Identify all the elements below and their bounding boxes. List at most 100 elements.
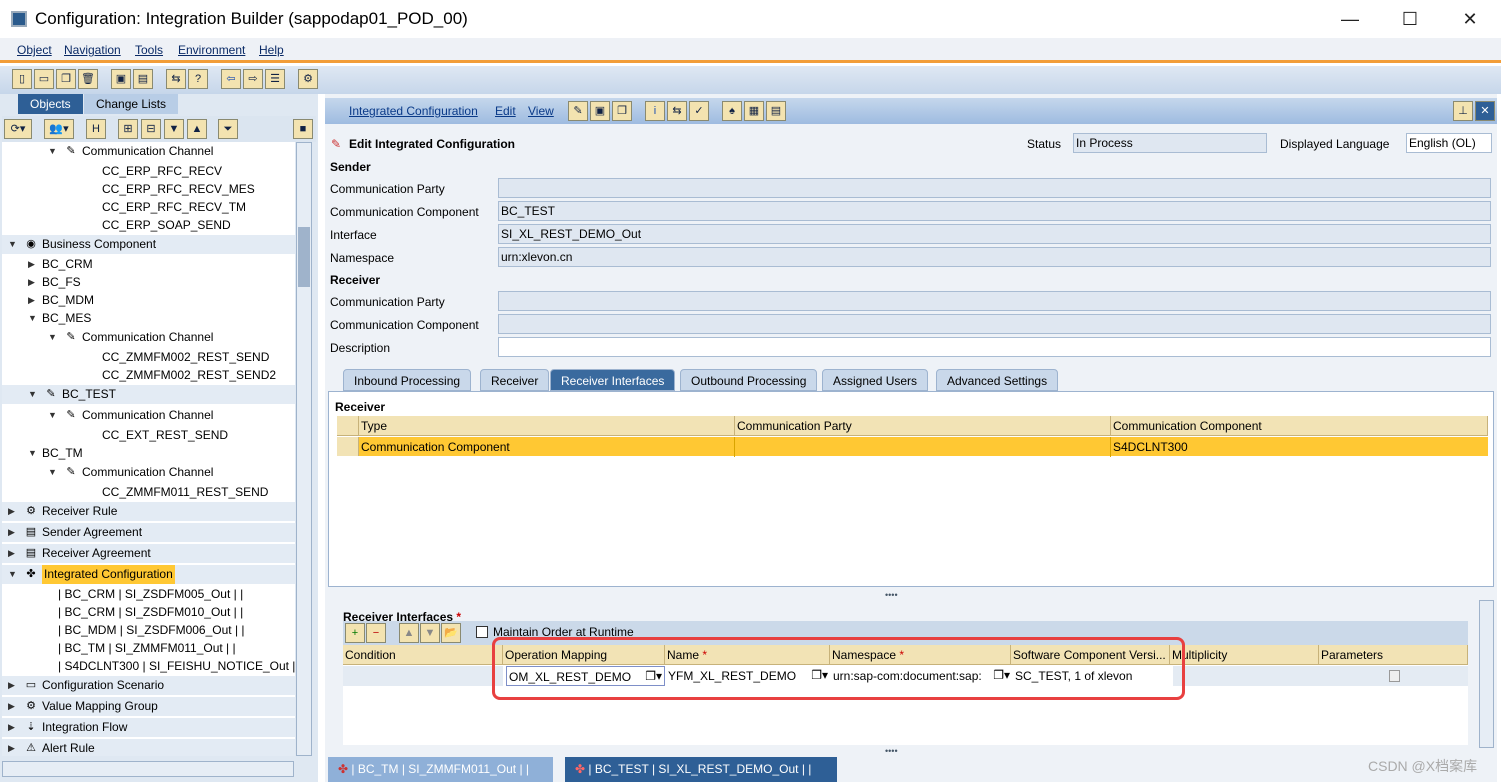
menu-navigation[interactable]: Navigation	[64, 43, 121, 57]
sender-component-field[interactable]: BC_TEST	[498, 201, 1491, 221]
receiver-component-field[interactable]	[498, 314, 1491, 334]
tree-horizontal-scrollbar[interactable]	[2, 761, 294, 777]
collapse-icon[interactable]: ▼	[48, 463, 57, 482]
collapse-icon[interactable]: ▼	[48, 142, 57, 161]
expand-icon[interactable]: ▶	[28, 273, 35, 292]
collapse-icon[interactable]: ▼	[8, 565, 17, 584]
menu-integrated-configuration[interactable]: Integrated Configuration	[349, 104, 478, 118]
tree-item[interactable]: ▼ ✤ Integrated Configuration	[2, 565, 295, 584]
tree-item[interactable]: ▶ ⚠ Alert Rule	[2, 739, 295, 756]
tree-item[interactable]: CC_ZMMFM011_REST_SEND	[2, 483, 295, 502]
menu-view[interactable]: View	[528, 104, 554, 118]
copy-icon[interactable]: ❐	[612, 101, 632, 121]
tab-objects[interactable]: Objects	[18, 94, 83, 114]
where-used-icon[interactable]: ?	[188, 69, 208, 89]
tree-item[interactable]: ▶ ▭ Configuration Scenario	[2, 676, 295, 695]
description-field[interactable]	[498, 337, 1491, 357]
move-down-icon[interactable]: ▼	[420, 623, 440, 643]
layout-icon[interactable]: ☰	[265, 69, 285, 89]
menu-environment[interactable]: Environment	[178, 43, 245, 57]
tree-item[interactable]: ▶ BC_CRM	[2, 255, 295, 274]
expand-icon[interactable]: ▶	[8, 739, 15, 756]
collapse-tree-icon[interactable]: ⊟	[141, 119, 161, 139]
expand-icon[interactable]: ▶	[8, 676, 15, 695]
menu-help[interactable]: Help	[259, 43, 284, 57]
menu-edit[interactable]: Edit	[495, 104, 516, 118]
copy-icon[interactable]: ❐	[56, 69, 76, 89]
tab-assigned-users[interactable]: Assigned Users	[822, 369, 929, 391]
collapse-icon[interactable]: ▼	[48, 406, 57, 425]
forward-icon[interactable]: ⇨	[243, 69, 263, 89]
collapse-icon[interactable]: ▼	[28, 444, 37, 463]
tree-item[interactable]: CC_ERP_RFC_RECV	[2, 162, 295, 181]
tree-item[interactable]: ▶ ⚙ Receiver Rule	[2, 502, 295, 521]
tab-inbound-processing[interactable]: Inbound Processing	[343, 369, 472, 391]
expand-icon[interactable]: ▶	[8, 718, 15, 737]
bottom-tab-bc-test[interactable]: ✤ | BC_TEST | SI_XL_REST_DEMO_Out | |	[565, 757, 837, 782]
delete-icon[interactable]: 🗑	[78, 69, 98, 89]
tree-item[interactable]: ▶ ⇣ Integration Flow	[2, 718, 295, 737]
find-icon[interactable]: H	[86, 119, 106, 139]
column-communication-component[interactable]: Communication Component	[1111, 416, 1488, 436]
tree-scrollbar[interactable]	[296, 142, 312, 756]
row-selector[interactable]	[337, 437, 359, 456]
tree-item[interactable]: | BC_CRM | SI_ZSDFM005_Out | |	[2, 585, 295, 604]
check-icon[interactable]: ✓	[689, 101, 709, 121]
transport-icon[interactable]: ⇆	[166, 69, 186, 89]
edit-icon[interactable]: ✎	[568, 101, 588, 121]
tree-item[interactable]: ▶ ▤ Receiver Agreement	[2, 544, 295, 563]
settings-icon[interactable]: ⚙	[298, 69, 318, 89]
tab-receiver-interfaces[interactable]: Receiver Interfaces	[550, 369, 676, 391]
sender-namespace-field[interactable]: urn:xlevon.cn	[498, 247, 1491, 267]
expand-all-icon[interactable]: ▼	[164, 119, 184, 139]
cell-multiplicity[interactable]	[1173, 666, 1319, 686]
close-editor-icon[interactable]: ✕	[1475, 101, 1495, 121]
tree-item[interactable]: | S4DCLNT300 | SI_FEISHU_NOTICE_Out | |	[2, 657, 295, 676]
bottom-tab-bc-tm[interactable]: ✤ | BC_TM | SI_ZMMFM011_Out | |	[328, 757, 553, 782]
column-multiplicity[interactable]: Multiplicity	[1170, 645, 1319, 665]
new-icon[interactable]: ▯	[12, 69, 32, 89]
users-icon[interactable]: 👥▾	[44, 119, 74, 139]
maximize-button[interactable]: ☐	[1390, 6, 1430, 32]
back-icon[interactable]: ⇦	[221, 69, 241, 89]
hat-icon[interactable]: ♠	[722, 101, 742, 121]
sender-party-field[interactable]	[498, 178, 1491, 198]
column-communication-party[interactable]: Communication Party	[735, 416, 1111, 436]
collapse-icon[interactable]: ▼	[8, 235, 17, 254]
tree-item[interactable]: ▶ ⚙ Value Mapping Group	[2, 697, 295, 716]
tree-item[interactable]: ▶ BC_MDM	[2, 291, 295, 310]
remove-row-icon[interactable]: −	[366, 623, 386, 643]
info-icon[interactable]: i	[645, 101, 665, 121]
open-icon[interactable]: ▭	[34, 69, 54, 89]
refresh-icon[interactable]: ⟳▾	[4, 119, 32, 139]
tree-item[interactable]: ▶ ▤ Sender Agreement	[2, 523, 295, 542]
save-icon[interactable]: ▣	[590, 101, 610, 121]
filter-icon[interactable]: ⏷	[218, 119, 238, 139]
expand-icon[interactable]: ▶	[8, 697, 15, 716]
tree-item[interactable]: | BC_CRM | SI_ZSDFM010_Out | |	[2, 603, 295, 622]
tree-item[interactable]: ▼ ◉ Business Component	[2, 235, 295, 254]
activate-icon[interactable]: ▤	[133, 69, 153, 89]
expand-icon[interactable]: ▶	[8, 523, 15, 542]
pin-icon[interactable]: ⊥	[1453, 101, 1473, 121]
add-row-icon[interactable]: +	[345, 623, 365, 643]
table-row[interactable]: Communication Component S4DCLNT300	[337, 437, 1488, 457]
tree-item[interactable]: ▼ ✎ Communication Channel	[2, 328, 295, 347]
sender-interface-field[interactable]: SI_XL_REST_DEMO_Out	[498, 224, 1491, 244]
tree-item[interactable]: ▼ ✎ BC_TEST	[2, 385, 295, 404]
cell-condition[interactable]	[343, 666, 503, 686]
tree-item[interactable]: CC_ERP_RFC_RECV_MES	[2, 180, 295, 199]
collapse-all-icon[interactable]: ▲	[187, 119, 207, 139]
menu-tools[interactable]: Tools	[135, 43, 163, 57]
tree-item[interactable]: ▼ ✎ Communication Channel	[2, 142, 295, 161]
column-condition[interactable]: Condition	[343, 645, 503, 665]
collapse-icon[interactable]: ▼	[28, 385, 37, 404]
collapse-icon[interactable]: ▼	[28, 309, 37, 328]
collapse-icon[interactable]: ▼	[48, 328, 57, 347]
stop-icon[interactable]: ■	[293, 119, 313, 139]
parameters-checkbox[interactable]	[1389, 670, 1400, 682]
expand-icon[interactable]: ▶	[28, 291, 35, 310]
maintain-order-checkbox[interactable]	[476, 626, 488, 638]
expand-icon[interactable]: ▶	[8, 544, 15, 563]
splitter-handle[interactable]: ••••	[885, 746, 898, 756]
